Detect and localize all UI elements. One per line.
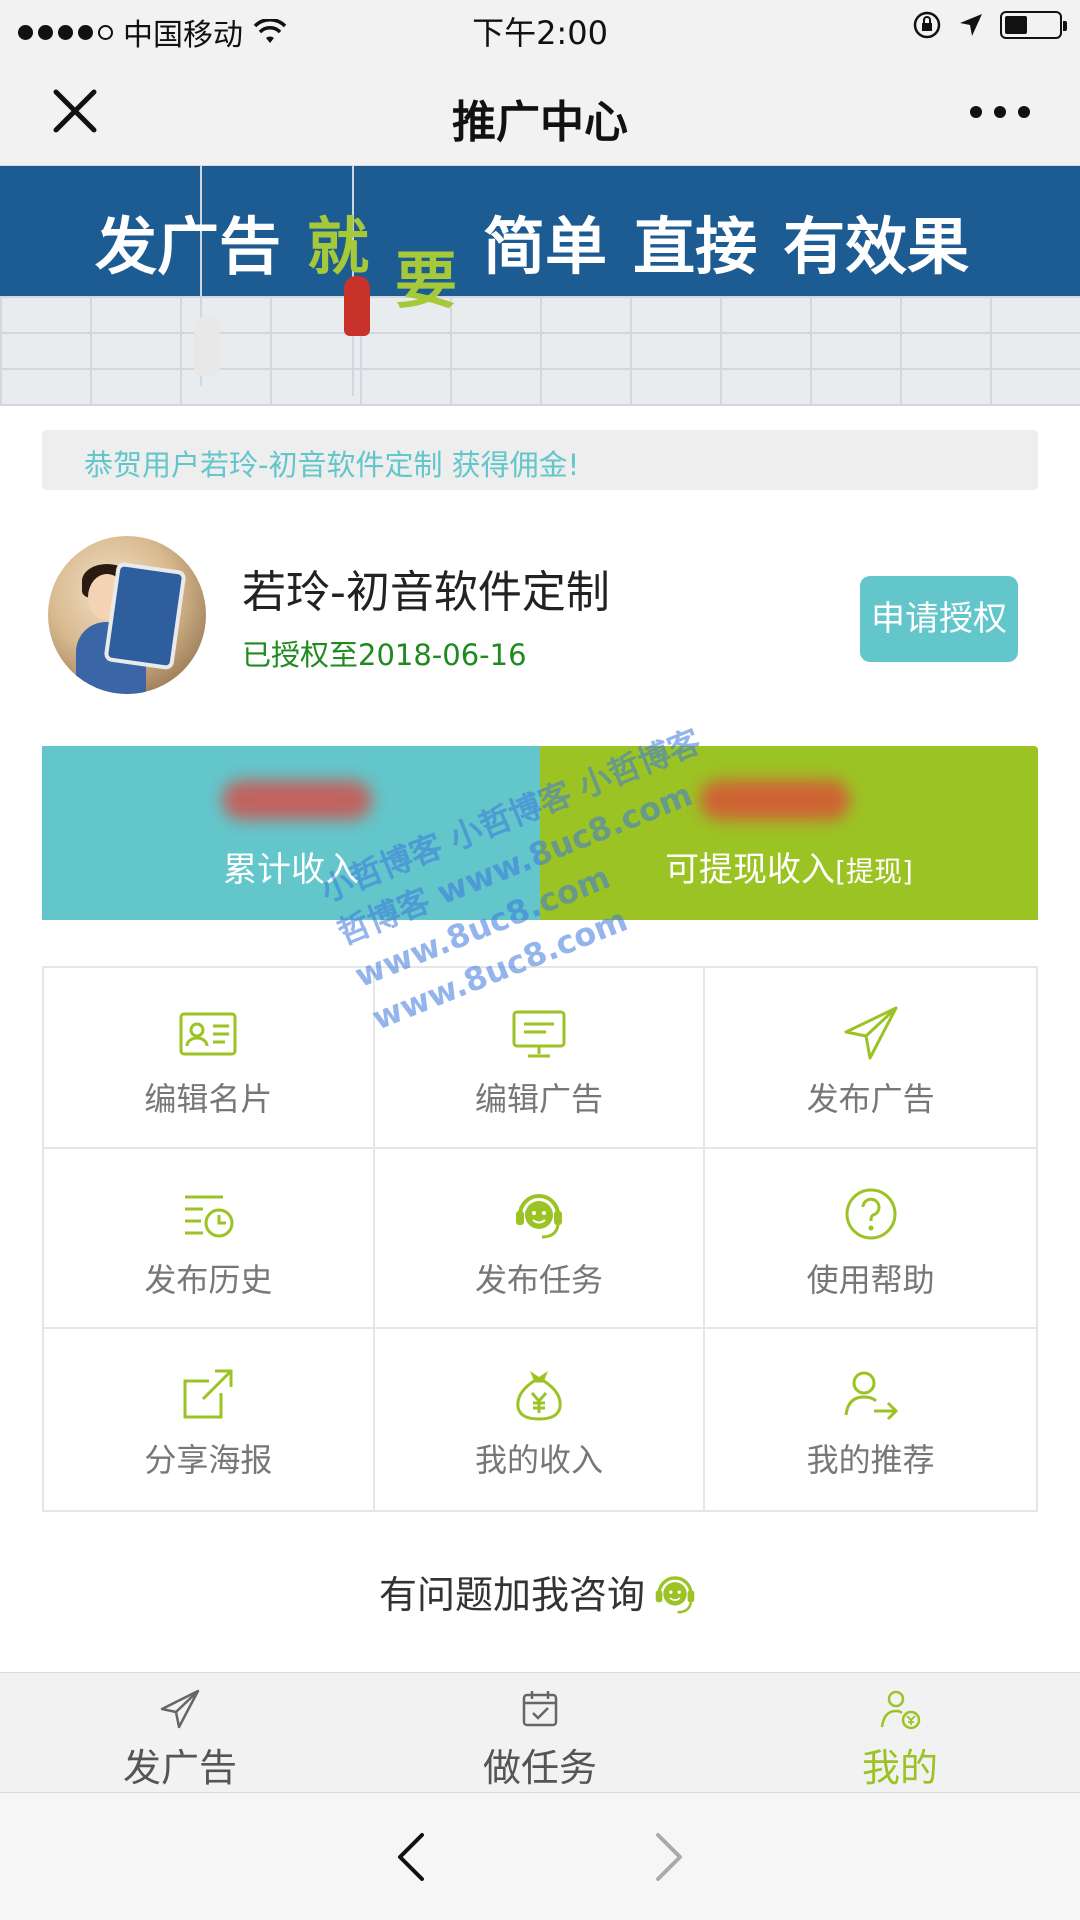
grid-item-my-income[interactable]: 我的收入 <box>375 1329 706 1510</box>
rotation-lock-icon <box>913 11 941 39</box>
avatar[interactable] <box>48 536 206 694</box>
status-bar: 中国移动 下午2:00 <box>0 0 1080 56</box>
grid-item-publish-task[interactable]: 发布任务 <box>374 1148 706 1330</box>
apply-auth-button[interactable]: 申请授权 <box>860 576 1018 662</box>
back-arrow-icon[interactable] <box>392 1829 432 1885</box>
banner-slogan: 发广告 就 要 简单 直接 有效果 <box>95 196 969 320</box>
monitor-icon <box>512 1010 566 1058</box>
tab-post-ad[interactable]: 发广告 <box>60 1673 300 1793</box>
user-arrow-icon <box>844 1371 898 1421</box>
grid-item-label: 分享海报 <box>144 1441 273 1480</box>
forward-arrow-icon[interactable] <box>648 1829 688 1885</box>
income-value-redacted <box>700 780 850 820</box>
browser-nav-bar <box>0 1792 1080 1920</box>
help-circle-icon <box>845 1188 897 1240</box>
tab-mine[interactable]: 我的 <box>780 1673 1020 1793</box>
grid-item-label: 发布广告 <box>806 1080 935 1118</box>
user-money-icon <box>880 1690 921 1730</box>
grid-item-publish-history[interactable]: 发布历史 <box>44 1148 375 1330</box>
avatar-board <box>103 561 187 671</box>
bottom-tab-bar: 发广告 做任务 我的 <box>0 1672 1080 1792</box>
calendar-check-icon <box>522 1691 558 1727</box>
history-list-icon <box>185 1195 234 1238</box>
id-card-icon <box>179 1012 237 1056</box>
slogan-part: 直接 <box>633 210 758 283</box>
notice-bar: 恭贺用户若玲-初音软件定制 获得佣金! <box>42 430 1038 490</box>
grid-item-edit-ad[interactable]: 编辑广告 <box>374 968 706 1149</box>
grid-item-my-referral[interactable]: 我的推荐 <box>705 1329 1036 1510</box>
grid-item-label: 编辑名片 <box>144 1080 273 1118</box>
user-name: 若玲-初音软件定制 <box>242 567 610 618</box>
share-icon <box>183 1369 233 1419</box>
slogan-part: 要 <box>395 244 458 317</box>
total-income-panel[interactable]: 累计收入 <box>42 746 540 920</box>
headset-icon <box>515 1193 562 1239</box>
consult-text: 有问题加我咨询 <box>378 1573 645 1617</box>
promo-banner[interactable]: 发广告 就 要 简单 直接 有效果 <box>0 166 1080 406</box>
auth-status: 已授权至2018-06-16 <box>242 638 527 672</box>
grid-item-publish-ad[interactable]: 发布广告 <box>705 968 1036 1149</box>
tab-label: 我的 <box>861 1746 938 1790</box>
income-value-redacted <box>222 780 372 820</box>
grid-item-label: 我的推荐 <box>806 1441 935 1480</box>
page-title: 推广中心 <box>452 97 628 148</box>
notice-text: 恭贺用户若玲-初音软件定制 获得佣金! <box>84 448 580 482</box>
grid-item-label: 发布历史 <box>144 1260 273 1299</box>
grid-item-edit-card[interactable]: 编辑名片 <box>44 968 375 1149</box>
slogan-part: 有效果 <box>783 210 970 283</box>
grid-item-share-poster[interactable]: 分享海报 <box>44 1329 375 1510</box>
grid-item-label: 编辑广告 <box>474 1080 603 1118</box>
paper-plane-icon <box>160 1689 200 1729</box>
consult-link[interactable]: 有问题加我咨询 <box>0 1564 1080 1619</box>
painter-figure <box>194 316 220 376</box>
tab-label: 发广告 <box>122 1746 237 1790</box>
battery-icon <box>1000 11 1067 39</box>
headset-icon <box>655 1575 695 1614</box>
more-icon[interactable] <box>970 106 1030 118</box>
total-income-label: 累计收入 <box>223 850 359 890</box>
slogan-part: 发广告 <box>95 210 282 283</box>
money-bag-icon <box>516 1371 562 1421</box>
withdrawable-label-row: 可提现收入[提现] <box>540 842 1038 891</box>
grid-item-label: 发布任务 <box>474 1260 603 1299</box>
grid-item-help[interactable]: 使用帮助 <box>705 1149 1036 1330</box>
grid-item-label: 我的收入 <box>474 1441 603 1480</box>
withdrawable-income-panel[interactable]: 可提现收入[提现] <box>540 746 1038 920</box>
paper-plane-icon <box>844 1006 898 1060</box>
tab-label: 做任务 <box>482 1746 597 1790</box>
withdraw-link[interactable]: [提现] <box>835 855 913 888</box>
withdrawable-income-label: 可提现收入 <box>665 850 836 890</box>
function-grid: 编辑名片 编辑广告 发布广告 发布历史 发布任务 使用帮助 分享海报 我的收入 … <box>42 966 1038 1512</box>
status-right <box>912 10 1067 40</box>
nav-bar: 推广中心 <box>0 56 1080 166</box>
slogan-part: 就 <box>307 210 370 283</box>
location-arrow-icon <box>960 14 982 36</box>
slogan-part: 简单 <box>483 210 608 283</box>
tab-do-task[interactable]: 做任务 <box>420 1673 660 1793</box>
grid-item-label: 使用帮助 <box>806 1260 935 1299</box>
